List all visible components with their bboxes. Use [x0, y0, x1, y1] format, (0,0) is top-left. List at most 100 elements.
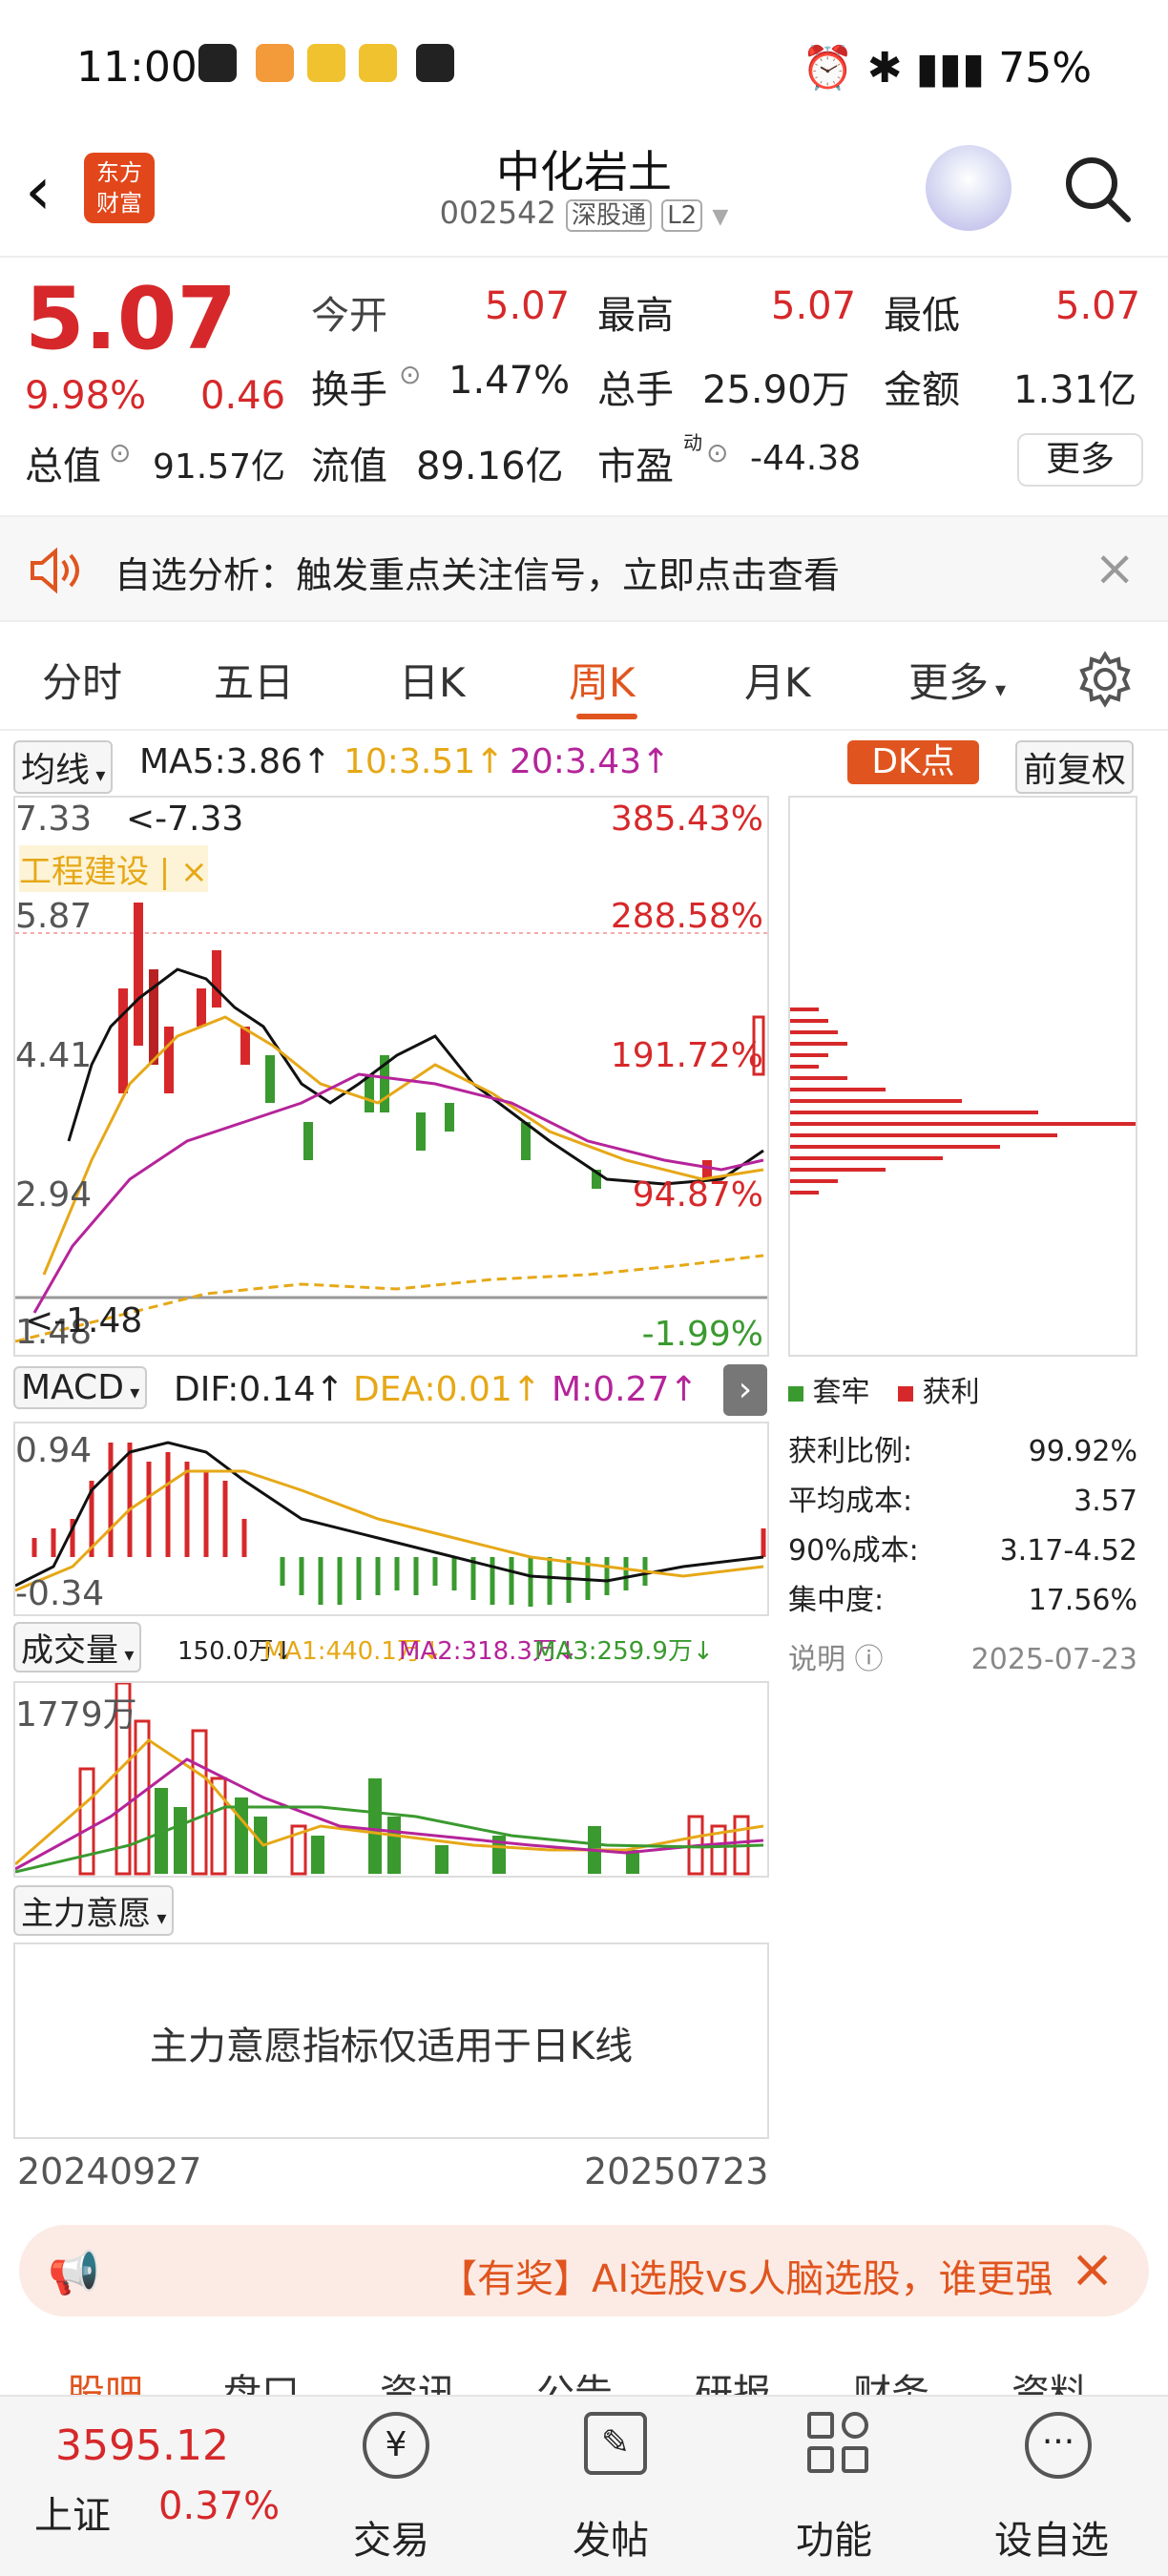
- volume-axis-top: 1779万: [15, 1695, 137, 1735]
- yen-icon: ¥: [363, 2412, 429, 2479]
- chip-histogram: [790, 1008, 1136, 1195]
- end-date: 20250723: [584, 2150, 769, 2192]
- analysis-notice[interactable]: 自选分析：触发重点关注信号，立即点击查看 ×: [0, 515, 1168, 622]
- tab-more-label: 更多: [908, 659, 990, 706]
- high-value: 5.07: [771, 284, 857, 328]
- axis-pct-3: 191.72%: [610, 1036, 763, 1075]
- chip-date: 2025-07-23: [970, 1643, 1137, 1676]
- stock-code: 002542: [439, 195, 556, 231]
- high-note: <-7.33: [126, 800, 244, 839]
- sector-tag[interactable]: 工程建设 | ×: [19, 845, 208, 892]
- tab-finance[interactable]: 财务: [853, 2362, 929, 2395]
- promo-banner[interactable]: 📢 【有奖】AI选股vs人脑选股，谁更强 ×: [19, 2225, 1149, 2316]
- apps-icon: [807, 2412, 870, 2475]
- close-icon[interactable]: ×: [1094, 540, 1136, 597]
- axis-pct-4: 94.87%: [632, 1175, 763, 1215]
- app-notification-icon: [256, 44, 294, 82]
- more-dots-icon: ···: [1025, 2412, 1092, 2479]
- macd-dif: DIF:0.14↑: [174, 1370, 344, 1409]
- amount-label: 金额: [884, 368, 960, 412]
- info-tabs: 股吧 盘口 资讯 公告 研报 财务 资料: [0, 2328, 1168, 2395]
- last-price: 5.07: [25, 269, 238, 369]
- function-button[interactable]: 功能: [796, 2509, 872, 2565]
- tab-more[interactable]: 更多 ▾: [908, 651, 1006, 709]
- tab-daily-k[interactable]: 日K: [399, 651, 466, 709]
- macd-chart[interactable]: 0.94 -0.34: [13, 1422, 769, 1616]
- speaker-icon: [31, 547, 79, 594]
- chip-legend: 套牢 获利: [788, 1368, 980, 1410]
- chevron-right-icon[interactable]: ›: [723, 1364, 767, 1416]
- dk-button[interactable]: DK点: [847, 740, 979, 784]
- axis-4: 2.94: [15, 1175, 93, 1215]
- pe-superscript: 动: [683, 431, 702, 454]
- index-name: 上证: [34, 2494, 111, 2538]
- app-notification-icon: [198, 44, 237, 82]
- macd-m: M:0.27↑: [552, 1370, 699, 1409]
- period-tabs: 分时 五日 日K 周K 月K 更多 ▾: [0, 624, 1168, 731]
- close-icon[interactable]: ×: [1070, 2238, 1115, 2300]
- turnover-value: 1.47%: [448, 359, 571, 403]
- explain-link[interactable]: 说明 ⓘ: [788, 1635, 884, 1685]
- info-icon[interactable]: ⊙: [399, 359, 421, 390]
- concentration-label: 集中度:: [788, 1584, 885, 1617]
- cost90-value: 3.17-4.52: [999, 1534, 1137, 1568]
- volume-value: 25.90万: [702, 368, 850, 412]
- trade-button[interactable]: 交易: [353, 2509, 429, 2565]
- more-button[interactable]: 更多: [1017, 433, 1143, 487]
- volume-label: 总手: [597, 368, 674, 412]
- ma-bar: 均线 ▾ MA5:3.86↑ 10:3.51↑ 20:3.43↑ DK点 前复权: [0, 737, 1168, 794]
- volume-ma3: MA3:259.9万↓: [534, 1637, 714, 1666]
- avg-cost-value: 3.57: [1074, 1485, 1137, 1518]
- legend-swatch-profit: [898, 1386, 914, 1402]
- info-icon: ⓘ: [854, 1643, 884, 1676]
- kline-chart[interactable]: 7.33 <-7.33 385.43% 工程建设 | × 5.87 288.58…: [13, 796, 769, 1357]
- chip-distribution[interactable]: [788, 796, 1137, 1357]
- macd-axis-bottom: -0.34: [15, 1574, 105, 1613]
- status-bar: 11:00 ⏰ ✱ ▮▮▮ 75%: [0, 0, 1168, 134]
- ma10-value: 10:3.51↑: [344, 742, 505, 781]
- chevron-down-icon[interactable]: ▼: [712, 205, 728, 229]
- info-icon[interactable]: ⊙: [706, 437, 728, 468]
- volume-chart[interactable]: 1779万: [13, 1681, 769, 1878]
- axis-3: 4.41: [15, 1036, 93, 1075]
- assistant-avatar-icon[interactable]: [926, 145, 1012, 231]
- caret-down-icon: ▾: [90, 763, 106, 786]
- tab-five-day[interactable]: 五日: [214, 651, 294, 709]
- macd-selector[interactable]: MACD ▾: [13, 1366, 148, 1409]
- tab-monthly-k[interactable]: 月K: [744, 651, 811, 709]
- tab-profile[interactable]: 资料: [1012, 2362, 1088, 2395]
- post-button[interactable]: 发帖: [573, 2509, 649, 2565]
- axis-pct-5: -1.99%: [641, 1315, 763, 1354]
- legend-profit: 获利: [922, 1376, 980, 1409]
- search-icon[interactable]: [1059, 151, 1136, 227]
- concentration-value: 17.56%: [1028, 1584, 1137, 1617]
- intent-message: 主力意愿指标仅适用于日K线: [149, 2025, 634, 2068]
- open-value: 5.07: [485, 284, 571, 328]
- index-change: 0.37%: [158, 2484, 281, 2528]
- gear-icon[interactable]: [1076, 651, 1134, 708]
- profit-ratio-label: 获利比例:: [788, 1435, 913, 1468]
- add-watchlist-button[interactable]: 设自选: [994, 2509, 1109, 2565]
- adjust-selector[interactable]: 前复权: [1015, 740, 1135, 794]
- tab-orderbook[interactable]: 盘口: [223, 2362, 300, 2395]
- info-icon[interactable]: ⊙: [109, 437, 131, 468]
- axis-pct-1: 385.43%: [610, 800, 763, 839]
- notice-text: 自选分析：触发重点关注信号，立即点击查看: [115, 554, 841, 596]
- volume-selector[interactable]: 成交量 ▾: [13, 1622, 142, 1672]
- amount-value: 1.31亿: [1013, 368, 1137, 412]
- change-value: 0.46: [200, 374, 286, 418]
- tab-guba[interactable]: 股吧: [67, 2362, 143, 2395]
- tab-announcements[interactable]: 公告: [536, 2362, 613, 2395]
- intent-selector[interactable]: 主力意愿 ▾: [13, 1885, 175, 1936]
- concentration-row: 集中度: 17.56%: [788, 1576, 1137, 1626]
- tab-weekly-k[interactable]: 周K: [569, 651, 636, 709]
- active-tab-indicator: [576, 714, 637, 719]
- ma-selector[interactable]: 均线 ▾: [13, 740, 114, 794]
- pe-value: -44.38: [750, 439, 862, 478]
- tab-intraday[interactable]: 分时: [42, 651, 122, 709]
- tab-research[interactable]: 研报: [695, 2362, 771, 2395]
- bottom-toolbar: 3595.12 上证 0.37% ¥ 交易 ✎ 发帖 功能 ··· 设自选: [0, 2395, 1168, 2576]
- cost90-label: 90%成本:: [788, 1534, 919, 1568]
- cost90-row: 90%成本: 3.17-4.52: [788, 1527, 1137, 1576]
- tab-news[interactable]: 资讯: [380, 2362, 456, 2395]
